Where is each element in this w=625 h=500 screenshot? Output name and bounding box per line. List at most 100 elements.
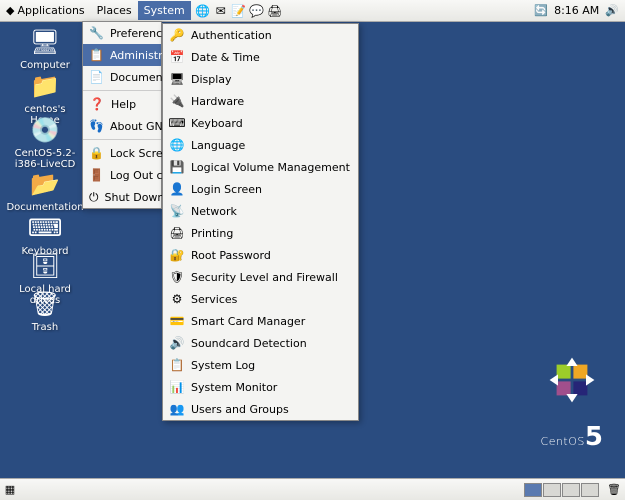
admin-item-security-level-and-firewall[interactable]: 🛡Security Level and Firewall	[163, 266, 358, 288]
admin-item-label: Root Password	[191, 249, 271, 262]
menu-places[interactable]: Places	[91, 1, 138, 20]
menu-item-icon: ⏻	[89, 189, 99, 205]
admin-item-icon: 🔑	[169, 27, 185, 43]
admin-item-label: Services	[191, 293, 237, 306]
volume-icon[interactable]: 🔊	[605, 4, 619, 17]
admin-item-label: Date & Time	[191, 51, 260, 64]
update-icon[interactable]: 🔄	[534, 4, 548, 17]
admin-item-system-monitor[interactable]: 📊 System Monitor	[163, 376, 358, 398]
admin-item-icon: 🖥	[169, 71, 185, 87]
admin-item-label: Display	[191, 73, 232, 86]
admin-item-label: Smart Card Manager	[191, 315, 305, 328]
menu-applications[interactable]: ◆ Applications	[0, 1, 91, 20]
admin-item-soundcard-detection[interactable]: 🔊Soundcard Detection	[163, 332, 358, 354]
menu-item-icon: 🔧	[89, 25, 104, 41]
menu-system[interactable]: System	[138, 1, 191, 20]
admin-item-users-and-groups[interactable]: 👥Users and Groups	[163, 398, 358, 420]
menu-item-lock-screen[interactable]: 🔒Lock Screen	[83, 142, 161, 164]
menu-item-log-out-centos-[interactable]: 🚪Log Out centos...	[83, 164, 161, 186]
admin-item-root-password[interactable]: 🔐 Root Password	[163, 244, 358, 266]
admin-item-icon: 📋	[169, 357, 185, 373]
admin-item-keyboard[interactable]: ⌨Keyboard	[163, 112, 358, 134]
admin-item-hardware[interactable]: 🔌 Hardware	[163, 90, 358, 112]
trash-applet-icon[interactable]: 🗑	[607, 483, 621, 496]
admin-item-icon: 🖨	[169, 225, 185, 241]
admin-item-label: Network	[191, 205, 237, 218]
print-icon[interactable]: 🖨	[267, 3, 283, 19]
menu-item-icon: ❓	[89, 96, 105, 112]
admin-item-smart-card-manager[interactable]: 💳 Smart Card Manager	[163, 310, 358, 332]
desktop-icon-label: Trash	[32, 322, 58, 333]
admin-item-display[interactable]: 🖥 Display	[163, 68, 358, 90]
workspace-switcher[interactable]	[524, 483, 599, 497]
system-dropdown: 🔧Preferences▸📋Administration▸📄Documentat…	[82, 21, 162, 209]
admin-item-login-screen[interactable]: 👤Login Screen	[163, 178, 358, 200]
desktop-icon-documentation[interactable]: 📂Documentation	[10, 168, 80, 213]
admin-item-icon: 📊	[169, 379, 185, 395]
desktop-icon-glyph: 📂	[29, 168, 61, 200]
admin-item-icon: 🔌	[169, 93, 185, 109]
menu-label: Applications	[17, 4, 84, 17]
admin-item-label: Logical Volume Management	[191, 161, 350, 174]
admin-item-label: Soundcard Detection	[191, 337, 307, 350]
browser-icon[interactable]: 🌐	[195, 3, 211, 19]
admin-item-icon: 📅	[169, 49, 185, 65]
show-desktop-icon[interactable]: ▦	[2, 483, 18, 497]
admin-item-language[interactable]: 🌐Language	[163, 134, 358, 156]
desktop-icon-glyph: 📁	[29, 70, 61, 102]
menu-item-icon: 📋	[89, 47, 104, 63]
admin-item-icon: 🛡	[169, 269, 185, 285]
admin-item-label: System Log	[191, 359, 255, 372]
admin-item-label: Authentication	[191, 29, 272, 42]
menu-label: System	[144, 4, 185, 17]
admin-item-logical-volume-management[interactable]: 💾 Logical Volume Management	[163, 156, 358, 178]
desktop-icon-computer[interactable]: 🖥Computer	[10, 26, 80, 71]
admin-item-icon: 💳	[169, 313, 185, 329]
editor-icon[interactable]: 📝	[231, 3, 247, 19]
admin-item-icon: 🌐	[169, 137, 185, 153]
admin-item-label: Printing	[191, 227, 233, 240]
centos-icon: ◆	[6, 4, 14, 17]
admin-item-date-time[interactable]: 📅 Date & Time	[163, 46, 358, 68]
administration-submenu: 🔑 Authentication 📅 Date & Time 🖥 Display 🔌 Hard…	[162, 23, 359, 421]
menu-label: Places	[97, 4, 132, 17]
menu-item-icon: 📄	[89, 69, 104, 85]
menu-item-preferences[interactable]: 🔧Preferences▸	[83, 22, 161, 44]
admin-item-icon: 💾	[169, 159, 185, 175]
desktop-icon-glyph: 🗑	[29, 288, 61, 320]
logo-text: CentOS5	[537, 422, 607, 452]
admin-item-icon: 👤	[169, 181, 185, 197]
menu-item-help[interactable]: ❓ Help	[83, 93, 161, 115]
admin-item-printing[interactable]: 🖨 Printing	[163, 222, 358, 244]
menu-item-shut-down-[interactable]: ⏻Shut Down...	[83, 186, 161, 208]
admin-item-label: System Monitor	[191, 381, 277, 394]
desktop-icon-trash[interactable]: 🗑 Trash	[10, 288, 80, 333]
desktop-icon-label: CentOS-5.2-i386-LiveCD	[10, 148, 80, 170]
menu-item-administration[interactable]: 📋Administration▸	[83, 44, 161, 66]
menu-item-about-gnome[interactable]: 👣About GNOME	[83, 115, 161, 137]
admin-item-label: Hardware	[191, 95, 244, 108]
workspace-1[interactable]	[524, 483, 542, 497]
admin-item-icon: ⚙	[169, 291, 185, 307]
admin-item-icon: 🔐	[169, 247, 185, 263]
workspace-3[interactable]	[562, 483, 580, 497]
mail-icon[interactable]: ✉	[213, 3, 229, 19]
admin-item-network[interactable]: 📡 Network	[163, 200, 358, 222]
clock[interactable]: 8:16 AM	[554, 4, 599, 17]
desktop-icon-centos-i-livecd[interactable]: 💿CentOS-5.2-i386-LiveCD	[10, 114, 80, 170]
workspace-2[interactable]	[543, 483, 561, 497]
bottom-panel: ▦ 🗑	[0, 478, 625, 500]
workspace-4[interactable]	[581, 483, 599, 497]
desktop-icon-glyph: 💿	[29, 114, 61, 146]
menu-item-label: Help	[111, 98, 136, 111]
menu-item-icon: 👣	[89, 118, 104, 134]
admin-item-authentication[interactable]: 🔑 Authentication	[163, 24, 358, 46]
admin-item-icon: 📡	[169, 203, 185, 219]
menu-item-icon: 🔒	[89, 145, 104, 161]
admin-item-icon: 👥	[169, 401, 185, 417]
admin-item-services[interactable]: ⚙ Services	[163, 288, 358, 310]
menu-item-documentation[interactable]: 📄Documentation▸	[83, 66, 161, 88]
chat-icon[interactable]: 💬	[249, 3, 265, 19]
menu-item-icon: 🚪	[89, 167, 104, 183]
admin-item-system-log[interactable]: 📋 System Log	[163, 354, 358, 376]
